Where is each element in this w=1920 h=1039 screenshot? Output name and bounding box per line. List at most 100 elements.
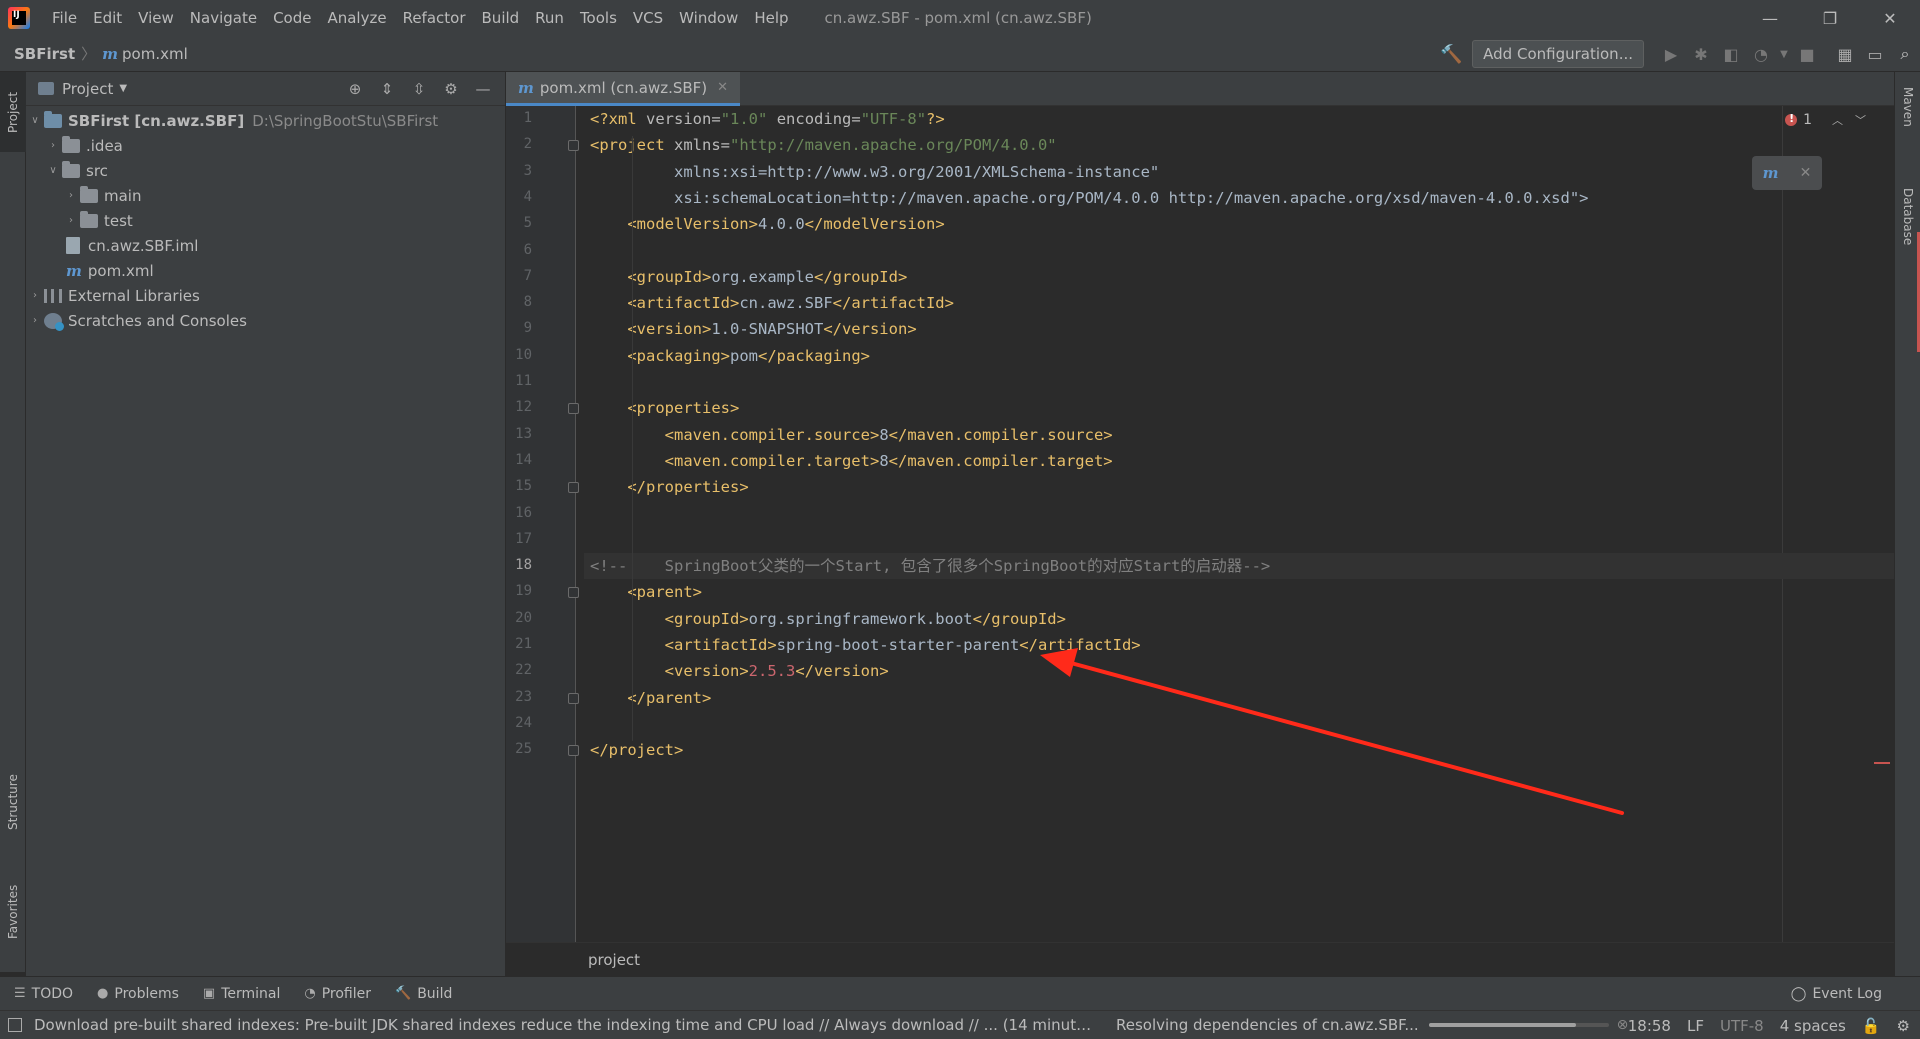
expand-all-icon[interactable]: ⇕ <box>371 78 403 100</box>
coverage-icon[interactable]: ◧ <box>1716 39 1746 69</box>
toggle-tool-windows-icon[interactable] <box>8 1018 22 1032</box>
gear-icon[interactable]: ⚙ <box>435 78 467 100</box>
menu-file[interactable]: File <box>44 9 85 27</box>
todo-tool-button[interactable]: ☰ TODO <box>14 986 73 1002</box>
close-icon[interactable]: ✕ <box>717 80 728 95</box>
code-line[interactable]: <version>1.0-SNAPSHOT</version> <box>584 316 1894 342</box>
maven-tool-tab[interactable]: Maven <box>1895 72 1920 142</box>
code-line[interactable] <box>584 711 1894 737</box>
tree-node-test[interactable]: › test <box>26 208 505 233</box>
menu-navigate[interactable]: Navigate <box>182 9 265 27</box>
code-line[interactable]: </properties> <box>584 474 1894 500</box>
indent-setting[interactable]: 4 spaces <box>1780 1017 1846 1035</box>
menu-build[interactable]: Build <box>474 9 528 27</box>
code-line[interactable]: <groupId>org.example</groupId> <box>584 264 1894 290</box>
code-line[interactable]: <groupId>org.springframework.boot</group… <box>584 606 1894 632</box>
code-line[interactable]: </project> <box>584 737 1894 763</box>
fold-marker-icon[interactable] <box>568 482 579 494</box>
code-line[interactable]: <version>2.5.3</version> <box>584 658 1894 684</box>
caret-position[interactable]: 18:58 <box>1628 1017 1671 1035</box>
status-message[interactable]: Download pre-built shared indexes: Pre-b… <box>34 1016 1094 1034</box>
tree-node-external-libraries[interactable]: › External Libraries <box>26 283 505 308</box>
project-structure-icon[interactable]: ▦ <box>1830 39 1860 69</box>
terminal-tool-button[interactable]: ▣ Terminal <box>203 986 280 1002</box>
code-line[interactable] <box>584 501 1894 527</box>
menu-vcs[interactable]: VCS <box>625 9 671 27</box>
menu-edit[interactable]: Edit <box>85 9 130 27</box>
breadcrumb-tag[interactable]: project <box>588 951 640 969</box>
code-line[interactable]: <packaging>pom</packaging> <box>584 343 1894 369</box>
code-line[interactable] <box>584 238 1894 264</box>
code-line[interactable]: <project xmlns="http://maven.apache.org/… <box>584 132 1894 158</box>
event-log-button[interactable]: ◯ Event Log <box>1791 977 1882 1011</box>
code-line[interactable]: <?xml version="1.0" encoding="UTF-8"?> <box>584 106 1894 132</box>
locate-file-icon[interactable]: ⊕ <box>339 78 371 100</box>
code-line[interactable]: <artifactId>cn.awz.SBF</artifactId> <box>584 290 1894 316</box>
menu-tools[interactable]: Tools <box>572 9 625 27</box>
search-icon[interactable]: ⌕ <box>1890 39 1920 69</box>
code-line[interactable]: <maven.compiler.source>8</maven.compiler… <box>584 422 1894 448</box>
stop-icon[interactable]: ■ <box>1792 39 1822 69</box>
menu-analyze[interactable]: Analyze <box>319 9 394 27</box>
problems-tool-button[interactable]: ● Problems <box>97 986 179 1002</box>
fold-marker-icon[interactable] <box>568 140 579 152</box>
tree-node-root[interactable]: ∨ SBFirst [cn.awz.SBF] D:\SpringBootStu\… <box>26 108 505 133</box>
menu-code[interactable]: Code <box>265 9 319 27</box>
chevron-right-icon[interactable]: › <box>62 190 80 201</box>
code-line[interactable]: </parent> <box>584 685 1894 711</box>
fold-marker-icon[interactable] <box>568 692 579 704</box>
tree-node-src[interactable]: ∨ src <box>26 158 505 183</box>
code-line[interactable] <box>584 369 1894 395</box>
chevron-down-icon[interactable]: ∨ <box>44 165 62 176</box>
menu-run[interactable]: Run <box>527 9 572 27</box>
chevron-right-icon[interactable]: › <box>62 215 80 226</box>
code-area[interactable]: 1 2 3 4 5 6 7 8 9 10 11 12 13 14 15 16 17 18 19 20 21 22 23 24 2… <box>506 106 1894 942</box>
chevron-right-icon[interactable]: › <box>26 315 44 326</box>
tree-node-main[interactable]: › main <box>26 183 505 208</box>
file-encoding[interactable]: UTF-8 <box>1720 1017 1764 1035</box>
hide-panel-icon[interactable]: — <box>467 78 499 100</box>
fold-marker-icon[interactable] <box>568 587 579 599</box>
close-window-button[interactable]: ✕ <box>1860 0 1920 36</box>
build-tool-button[interactable]: 🔨 Build <box>395 986 452 1002</box>
restore-button[interactable]: ❐ <box>1800 0 1860 36</box>
tree-node-scratches[interactable]: › Scratches and Consoles <box>26 308 505 333</box>
add-configuration-button[interactable]: Add Configuration... <box>1472 40 1644 68</box>
more-run-options-icon[interactable]: ▼ <box>1776 39 1792 69</box>
menu-view[interactable]: View <box>130 9 182 27</box>
tree-node-iml[interactable]: cn.awz.SBF.iml <box>26 233 505 258</box>
editor-tab-pom[interactable]: m pom.xml (cn.awz.SBF) ✕ <box>506 72 741 106</box>
profiler-tool-button[interactable]: ◔ Profiler <box>304 986 371 1002</box>
favorites-tool-tab[interactable]: Favorites <box>0 872 26 952</box>
run-icon[interactable]: ▶ <box>1656 39 1686 69</box>
code-line[interactable]: xsi:schemaLocation=http://maven.apache.o… <box>584 185 1894 211</box>
code-line[interactable]: <artifactId>spring-boot-starter-parent</… <box>584 632 1894 658</box>
minimize-button[interactable]: — <box>1740 0 1800 36</box>
breadcrumb-file[interactable]: pom.xml <box>122 45 188 63</box>
menu-refactor[interactable]: Refactor <box>395 9 474 27</box>
lock-icon[interactable]: 🔓 <box>1862 1017 1881 1035</box>
project-tool-tab[interactable]: Project <box>0 72 26 152</box>
tree-node-idea[interactable]: › .idea <box>26 133 505 158</box>
fold-marker-icon[interactable] <box>568 745 579 757</box>
line-separator[interactable]: LF <box>1687 1017 1704 1035</box>
code-line[interactable]: <properties> <box>584 395 1894 421</box>
chevron-down-icon[interactable]: ∨ <box>26 115 44 126</box>
structure-tool-tab[interactable]: Structure <box>0 762 26 842</box>
project-view-selector[interactable]: Project <box>62 80 113 98</box>
debug-icon[interactable]: ✱ <box>1686 39 1716 69</box>
dropdown-caret-icon[interactable]: ▼ <box>119 83 127 94</box>
tree-node-pom[interactable]: m pom.xml <box>26 258 505 283</box>
menu-window[interactable]: Window <box>671 9 746 27</box>
code-line[interactable]: <modelVersion>4.0.0</modelVersion> <box>584 211 1894 237</box>
window-icon[interactable]: ▭ <box>1860 39 1890 69</box>
profile-icon[interactable]: ◔ <box>1746 39 1776 69</box>
code-line[interactable]: <parent> <box>584 579 1894 605</box>
chevron-right-icon[interactable]: › <box>44 140 62 151</box>
chevron-right-icon[interactable]: › <box>26 290 44 301</box>
background-task-text[interactable]: Resolving dependencies of cn.awz.SBF... <box>1116 1016 1419 1034</box>
collapse-all-icon[interactable]: ⇳ <box>403 78 435 100</box>
code-line[interactable] <box>584 527 1894 553</box>
fold-marker-icon[interactable] <box>568 403 579 415</box>
code-line[interactable]: <maven.compiler.target>8</maven.compiler… <box>584 448 1894 474</box>
